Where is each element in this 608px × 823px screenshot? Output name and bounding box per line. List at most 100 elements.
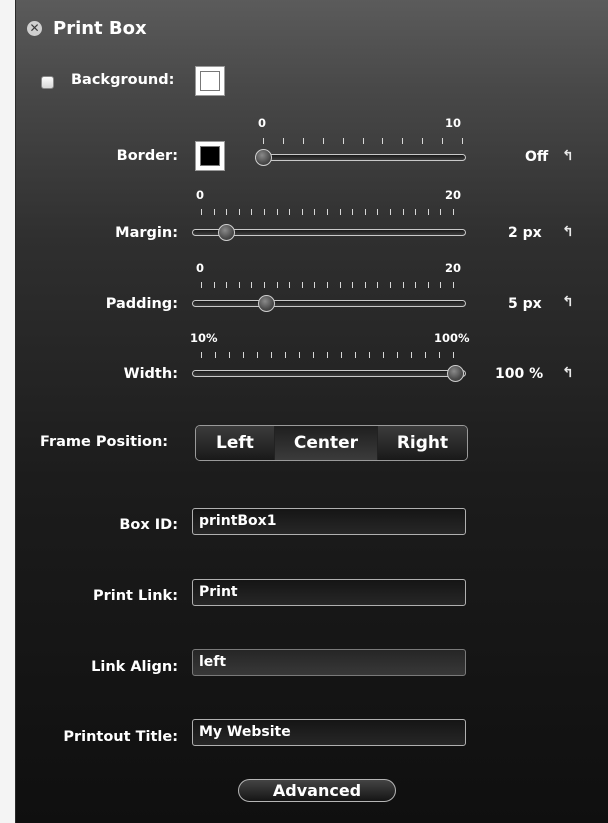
slider-tick (243, 352, 244, 358)
slider-tick (365, 282, 366, 288)
slider-tick (439, 352, 440, 358)
width-slider-track[interactable] (192, 370, 466, 377)
slider-tick (390, 282, 391, 288)
slider-tick (214, 209, 215, 215)
slider-tick (201, 209, 202, 215)
slider-tick (383, 352, 384, 358)
slider-tick (369, 352, 370, 358)
slider-tick (314, 282, 315, 288)
slider-tick (303, 138, 304, 144)
slider-tick (214, 282, 215, 288)
slider-tick (239, 209, 240, 215)
slider-tick (355, 352, 356, 358)
slider-tick (411, 352, 412, 358)
slider-tick (403, 282, 404, 288)
margin-slider-thumb[interactable] (218, 224, 235, 241)
slider-tick (264, 282, 265, 288)
slider-tick (428, 282, 429, 288)
reset-arrow-icon[interactable]: ↰ (562, 294, 574, 310)
slider-tick (402, 138, 403, 144)
slider-tick (271, 352, 272, 358)
border-min-label: 0 (258, 116, 267, 130)
print-link-label: Print Link: (92, 588, 178, 604)
slider-tick (365, 209, 366, 215)
slider-tick (340, 282, 341, 288)
slider-tick (285, 352, 286, 358)
slider-tick (226, 282, 227, 288)
slider-tick (363, 138, 364, 144)
box-id-input[interactable]: printBox1 (192, 508, 466, 535)
slider-tick (327, 352, 328, 358)
slider-tick (397, 352, 398, 358)
print-box-panel: ✕ Print Box Background: 0 10 Border: Off… (15, 0, 608, 823)
panel-title: Print Box (53, 18, 147, 39)
slider-tick (377, 282, 378, 288)
slider-tick (226, 209, 227, 215)
margin-max-label: 20 (445, 188, 462, 202)
padding-max-label: 20 (445, 261, 462, 275)
slider-tick (251, 282, 252, 288)
close-icon[interactable]: ✕ (27, 21, 42, 36)
border-slider-track[interactable] (255, 154, 466, 161)
width-value: 100 % (495, 366, 544, 382)
padding-slider-thumb[interactable] (258, 295, 275, 312)
slider-tick (289, 209, 290, 215)
slider-tick (201, 352, 202, 358)
advanced-button[interactable]: Advanced (238, 779, 396, 802)
background-color-swatch[interactable] (195, 66, 225, 96)
slider-tick (215, 352, 216, 358)
padding-value: 5 px (508, 296, 542, 312)
slider-tick (283, 138, 284, 144)
slider-tick (440, 209, 441, 215)
slider-tick (403, 209, 404, 215)
border-slider-thumb[interactable] (255, 149, 272, 166)
slider-tick (299, 352, 300, 358)
slider-tick (263, 138, 264, 144)
frame-position-label: Frame Position: (40, 434, 169, 450)
slider-tick (462, 138, 463, 144)
frame-position-center[interactable]: Center (275, 426, 378, 460)
width-max-label: 100% (434, 331, 470, 345)
frame-position-left[interactable]: Left (196, 426, 275, 460)
slider-tick (277, 282, 278, 288)
link-align-field[interactable]: left (192, 649, 466, 676)
width-slider-ticks (201, 352, 454, 359)
slider-tick (229, 352, 230, 358)
slider-tick (314, 209, 315, 215)
border-slider-ticks (263, 138, 463, 145)
slider-tick (289, 282, 290, 288)
print-link-input[interactable]: Print (192, 579, 466, 606)
margin-label: Margin: (115, 225, 178, 241)
margin-slider-ticks (201, 209, 454, 216)
slider-tick (425, 352, 426, 358)
reset-arrow-icon[interactable]: ↰ (562, 148, 574, 164)
slider-tick (453, 209, 454, 215)
border-color-swatch[interactable] (195, 141, 225, 171)
slider-tick (428, 209, 429, 215)
slider-tick (323, 138, 324, 144)
printout-title-input[interactable]: My Website (192, 719, 466, 746)
slider-tick (390, 209, 391, 215)
background-checkbox[interactable] (41, 76, 54, 89)
slider-tick (257, 352, 258, 358)
slider-tick (341, 352, 342, 358)
width-label: Width: (123, 366, 178, 382)
frame-position-segmented-control[interactable]: Left Center Right (195, 425, 468, 461)
slider-tick (453, 282, 454, 288)
slider-tick (415, 209, 416, 215)
padding-slider-track[interactable] (192, 300, 466, 307)
padding-slider-ticks (201, 282, 454, 289)
slider-tick (313, 352, 314, 358)
width-slider-thumb[interactable] (447, 365, 464, 382)
slider-tick (201, 282, 202, 288)
frame-position-right[interactable]: Right (378, 426, 467, 460)
reset-arrow-icon[interactable]: ↰ (562, 224, 574, 240)
slider-tick (277, 209, 278, 215)
slider-tick (327, 209, 328, 215)
padding-label: Padding: (105, 296, 178, 312)
reset-arrow-icon[interactable]: ↰ (562, 365, 574, 381)
printout-title-label: Printout Title: (63, 729, 178, 745)
width-min-label: 10% (190, 331, 218, 345)
border-max-label: 10 (445, 116, 462, 130)
border-value: Off (525, 149, 549, 165)
